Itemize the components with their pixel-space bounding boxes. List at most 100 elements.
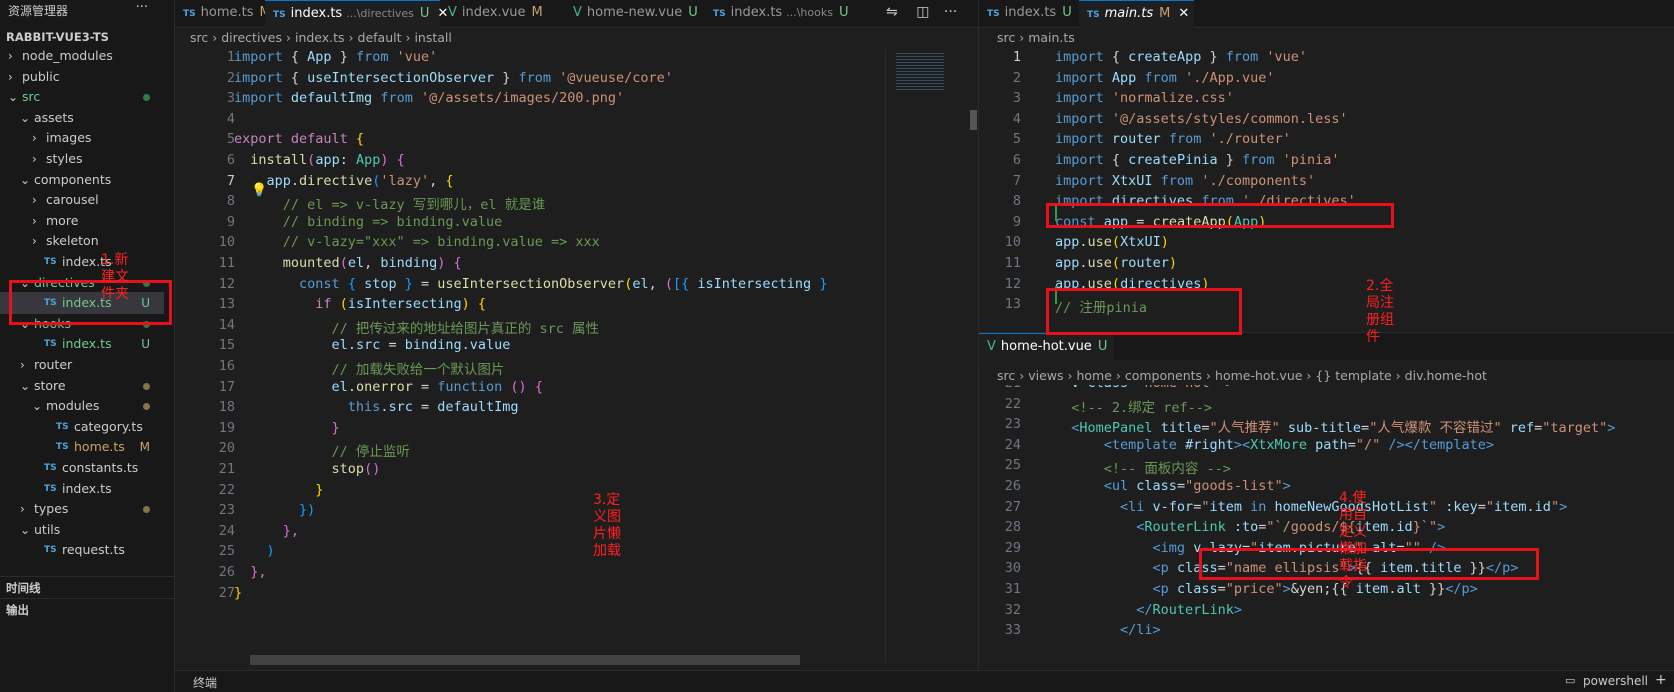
code-line[interactable]: // v-lazy="xxx" => binding.value => xxx (234, 234, 600, 250)
code-line[interactable]: import { useIntersectionObserver } from … (234, 70, 673, 86)
close-icon[interactable]: ✕ (1178, 6, 1189, 21)
tree-folder[interactable]: ⌄ modules (0, 395, 164, 417)
code-line[interactable]: this.src = defaultImg (234, 399, 519, 415)
code-line[interactable]: el.onerror = function () { (234, 379, 543, 395)
terminal-tab[interactable]: 终端 (193, 674, 217, 691)
compare-icon[interactable]: ⇋ (886, 4, 898, 20)
breadcrumb-item[interactable]: main.ts (1028, 30, 1075, 45)
editor-right-bottom-code[interactable]: 21 v class="home-hot" > 22 <!-- 2.绑定 ref-… (979, 385, 1674, 663)
code-line[interactable]: <!-- 面板内容 --> (1055, 457, 1231, 477)
code-line[interactable]: el.src = binding.value (234, 337, 511, 353)
tree-folder[interactable]: › skeleton (0, 230, 164, 252)
code-line[interactable]: } (234, 482, 323, 498)
workspace-root[interactable]: RABBIT-VUE3-TS (6, 30, 109, 44)
breadcrumb-item[interactable]: views (1028, 368, 1063, 383)
code-line[interactable]: <RouterLink :to="`/goods/${item.id}`"> (1055, 519, 1445, 535)
code-line[interactable]: if (isIntersecting) { (234, 296, 486, 312)
code-line[interactable]: <HomePanel title="人气推荐" sub-title="人气爆款 … (1055, 416, 1615, 436)
code-line[interactable]: import { createPinia } from 'pinia' (1055, 152, 1340, 168)
breadcrumb-item[interactable]: components (1125, 368, 1202, 383)
code-line[interactable]: v class="home-hot" > (1055, 385, 1234, 391)
code-line[interactable]: import 'normalize.css' (1055, 90, 1234, 106)
editor-tab[interactable]: TShome.tsM (175, 0, 271, 28)
breadcrumb-item[interactable]: div.home-hot (1405, 368, 1487, 383)
breadcrumb-item[interactable]: src (190, 30, 208, 45)
editor-left-code[interactable]: 1 import { App } from 'vue' 2 import { useI… (175, 49, 885, 662)
more-actions-icon[interactable]: ··· (136, 0, 148, 15)
code-line[interactable]: // 停止监听 (234, 440, 410, 460)
tab-home-hot[interactable]: Vhome-hot.vue U (979, 333, 1114, 361)
tree-file[interactable]: TS request.ts (0, 539, 164, 561)
tree-folder[interactable]: › styles (0, 148, 164, 170)
editor-tab[interactable]: TS main.ts M ✕ (1079, 0, 1194, 28)
breadcrumb-item[interactable]: default (358, 30, 402, 45)
minimap[interactable] (885, 49, 965, 662)
editor-tab[interactable]: TS index.ts U (979, 0, 1079, 28)
tree-folder[interactable]: › public (0, 66, 164, 88)
new-terminal-button[interactable]: + (1655, 672, 1667, 688)
code-line[interactable]: }, (234, 523, 299, 539)
code-line[interactable]: <!-- 2.绑定 ref--> (1055, 396, 1212, 416)
tree-folder[interactable]: ⌄ utils (0, 519, 164, 541)
code-line[interactable]: }) (234, 502, 315, 518)
code-line[interactable]: import '@/assets/styles/common.less' (1055, 111, 1348, 127)
timeline-panel-header[interactable]: 时间线 (0, 576, 174, 598)
tree-folder[interactable]: › carousel (0, 189, 164, 211)
breadcrumb-item[interactable]: src (997, 30, 1015, 45)
code-line[interactable]: app.use(router) (1055, 255, 1177, 271)
code-line[interactable]: app.use(XtxUI) (1055, 234, 1169, 250)
breadcrumb-item[interactable]: home-hot.vue (1215, 368, 1302, 383)
code-line[interactable]: install(app: App) { (234, 152, 405, 168)
breadcrumb-item[interactable]: install (414, 30, 451, 45)
code-line[interactable]: ) (234, 543, 275, 559)
code-line[interactable]: import router from './router' (1055, 131, 1291, 147)
tree-folder[interactable]: › router (0, 354, 164, 376)
code-line[interactable]: const { stop } = useIntersectionObserver… (234, 276, 827, 292)
breadcrumb-item[interactable]: home (1076, 368, 1111, 383)
tree-file[interactable]: TS category.ts (0, 416, 164, 438)
breadcrumb-item[interactable]: {} template (1315, 368, 1391, 383)
code-line[interactable]: import App from './App.vue' (1055, 70, 1274, 86)
code-line[interactable]: import XtxUI from './components' (1055, 173, 1315, 189)
code-line[interactable]: </RouterLink> (1055, 602, 1242, 618)
breadcrumb-item[interactable]: directives (221, 30, 282, 45)
split-editor-icon[interactable]: ◫ (916, 4, 929, 20)
editor-tab[interactable]: TS index.ts ...\directives U ✕ (265, 0, 448, 28)
tree-folder[interactable]: › node_modules (0, 45, 164, 67)
code-line[interactable]: // 加载失败给一个默认图片 (234, 358, 505, 378)
tree-file[interactable]: TS index.ts (0, 478, 164, 500)
tree-file[interactable]: TS index.ts (0, 251, 164, 273)
code-line[interactable]: <ul class="goods-list"> (1055, 478, 1291, 494)
code-line[interactable]: } (234, 420, 340, 436)
tree-file[interactable]: TS index.ts U (0, 333, 164, 355)
code-line[interactable]: mounted(el, binding) { (234, 255, 462, 271)
breadcrumb-item[interactable]: index.ts (295, 30, 345, 45)
tree-folder[interactable]: ⌄ components (0, 169, 164, 191)
tree-folder[interactable]: › more (0, 210, 164, 232)
tree-folder[interactable]: › types (0, 498, 164, 520)
more-icon[interactable]: ··· (944, 4, 957, 20)
code-line[interactable]: </li> (1055, 622, 1161, 638)
code-line[interactable]: stop() (234, 461, 381, 477)
lightbulb-icon[interactable]: 💡 (251, 183, 267, 198)
code-line[interactable]: } (234, 585, 242, 601)
output-panel-header[interactable]: 输出 (0, 598, 174, 620)
editor-tab[interactable]: TS index.ts ...\hooks U (705, 0, 850, 28)
code-line[interactable]: import defaultImg from '@/assets/images/… (234, 90, 624, 106)
tree-file[interactable]: TS constants.ts (0, 457, 164, 479)
code-line[interactable]: import { createApp } from 'vue' (1055, 49, 1307, 65)
code-line[interactable]: <p class="price">&yen;{{ item.alt }}</p> (1055, 581, 1478, 597)
tree-folder[interactable]: ⌄ store (0, 375, 164, 397)
code-line[interactable]: // binding => binding.value (234, 214, 502, 230)
editor-tab[interactable]: Vhome-new.vue U (565, 0, 705, 28)
code-line[interactable]: // el => v-lazy 写到哪儿，el 就是谁 (234, 193, 545, 213)
tree-folder[interactable]: › images (0, 127, 164, 149)
horizontal-scrollbar[interactable] (250, 655, 800, 665)
tree-file[interactable]: TS home.ts M (0, 436, 164, 458)
code-line[interactable]: // 把传过来的地址给图片真正的 src 属性 (234, 317, 600, 337)
tree-folder[interactable]: ⌄ assets (0, 107, 164, 129)
terminal-shell-label[interactable]: powershell (1583, 674, 1648, 688)
code-line[interactable]: }, (234, 564, 266, 580)
code-line[interactable]: <li v-for="item in homeNewGoodsHotList" … (1055, 499, 1567, 515)
code-line[interactable]: import { App } from 'vue' (234, 49, 437, 65)
